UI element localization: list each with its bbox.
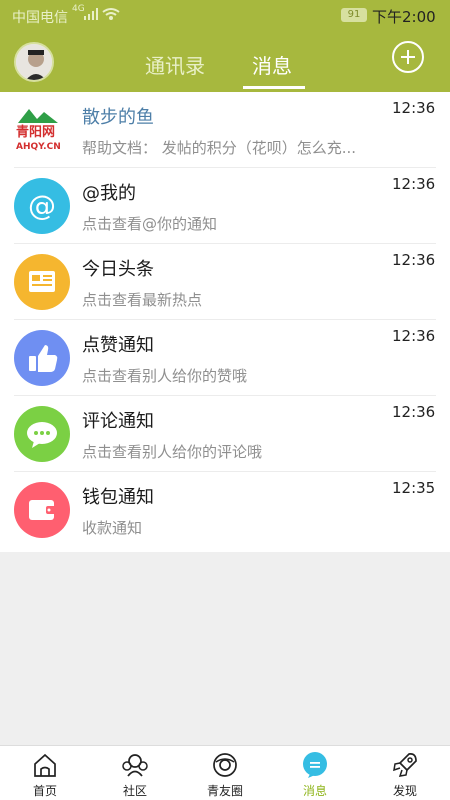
message-item-walking-fish[interactable]: 青阳网 AHQY.CN 散步的鱼 帮助文档： 发帖的积分（花呗）怎么充... 1…	[0, 92, 450, 168]
newspaper-icon	[14, 254, 70, 310]
moments-icon	[213, 753, 237, 777]
carrier-label: 中国电信	[12, 10, 68, 26]
active-tab-indicator	[243, 86, 305, 89]
nav-label: 消息	[302, 784, 327, 798]
message-item-headlines[interactable]: 今日头条 点击查看最新热点 12:36	[0, 244, 450, 320]
message-item-at-me[interactable]: @ @我的 点击查看@你的通知 12:36	[0, 168, 450, 244]
nav-discover[interactable]: 发现	[360, 746, 450, 800]
at-icon: @	[14, 178, 70, 234]
message-item-wallet[interactable]: 钱包通知 收款通知 12:35	[0, 472, 450, 548]
rocket-icon	[393, 753, 417, 777]
message-time: 12:36	[392, 99, 436, 117]
message-title: @我的	[82, 183, 136, 204]
nav-label: 青友圈	[206, 784, 243, 798]
network-label: 4G	[72, 4, 85, 14]
nav-moments[interactable]: 青友圈	[180, 746, 270, 800]
svg-text:AHQY.CN: AHQY.CN	[16, 142, 61, 152]
message-subtitle: 帮助文档： 发帖的积分（花呗）怎么充...	[82, 139, 357, 157]
message-time: 12:36	[392, 403, 436, 421]
message-subtitle: 点击查看最新热点	[82, 291, 203, 309]
message-subtitle: 收款通知	[82, 519, 143, 537]
nav-community[interactable]: 社区	[90, 746, 180, 800]
top-tabs: 通讯录 消息	[0, 30, 450, 92]
message-title: 钱包通知	[82, 487, 154, 508]
message-title: 今日头条	[82, 259, 154, 280]
message-item-likes[interactable]: 点赞通知 点击查看别人给你的赞哦 12:36	[0, 320, 450, 396]
message-title: 散步的鱼	[82, 107, 154, 128]
wifi-icon	[102, 8, 120, 20]
tab-contacts[interactable]: 通讯录	[145, 50, 205, 79]
message-time: 12:36	[392, 175, 436, 193]
clock: 下午2:00	[372, 8, 436, 26]
add-button[interactable]	[392, 41, 424, 73]
message-item-comments[interactable]: 评论通知 点击查看别人给你的评论哦 12:36	[0, 396, 450, 472]
nav-messages[interactable]: 消息	[270, 746, 360, 800]
message-subtitle: 点击查看别人给你的赞哦	[82, 367, 248, 385]
battery-icon: 91	[341, 8, 367, 22]
status-bar: 中国电信 4G 91 下午2:00	[0, 0, 450, 30]
nav-label: 首页	[32, 784, 57, 798]
message-subtitle: 点击查看@你的通知	[82, 215, 218, 233]
bottom-nav: 首页 社区 青友圈 消息 发现	[0, 745, 450, 800]
signal-icon	[84, 8, 98, 20]
message-title: 点赞通知	[82, 335, 154, 356]
message-list: 青阳网 AHQY.CN 散步的鱼 帮助文档： 发帖的积分（花呗）怎么充... 1…	[0, 92, 450, 552]
home-icon	[34, 753, 56, 777]
top-header: 中国电信 4G 91 下午2:00 通讯录 消息	[0, 0, 450, 92]
community-icon	[122, 754, 148, 777]
tab-messages[interactable]: 消息	[252, 50, 292, 79]
nav-label: 发现	[392, 784, 417, 798]
comment-icon	[14, 406, 70, 462]
empty-area	[0, 552, 450, 745]
nav-label: 社区	[122, 784, 147, 798]
message-time: 12:35	[392, 479, 436, 497]
qingyang-logo-icon: 青阳网 AHQY.CN	[16, 109, 61, 152]
svg-text:@: @	[28, 189, 56, 222]
message-time: 12:36	[392, 327, 436, 345]
message-icon	[303, 752, 327, 778]
message-subtitle: 点击查看别人给你的评论哦	[82, 443, 263, 461]
message-time: 12:36	[392, 251, 436, 269]
thumbs-up-icon	[14, 330, 70, 386]
wallet-icon	[14, 482, 70, 538]
nav-home[interactable]: 首页	[0, 746, 90, 800]
message-title: 评论通知	[82, 411, 154, 432]
svg-text:青阳网: 青阳网	[16, 124, 55, 140]
